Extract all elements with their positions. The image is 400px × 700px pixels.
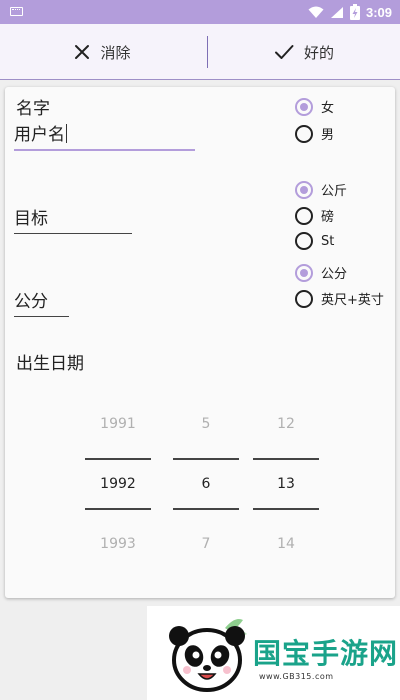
status-time: 3:09	[365, 4, 392, 20]
weight-unit-lb[interactable]: 磅	[295, 206, 334, 225]
goal-input[interactable]: 目标	[14, 204, 132, 234]
cancel-button[interactable]: 消除	[0, 24, 205, 80]
height-input-value: 公分	[14, 292, 48, 312]
weight-unit-label: St	[321, 233, 335, 249]
gender-option-male[interactable]: 男	[295, 124, 334, 143]
day-next: 14	[277, 536, 295, 552]
height-unit-ft-in[interactable]: 英尺+英寸	[295, 289, 384, 308]
year-prev: 1991	[100, 416, 136, 432]
cancel-label: 消除	[100, 43, 131, 62]
name-input-value: 用户名	[14, 125, 65, 145]
picker-divider	[85, 508, 151, 510]
text-cursor	[66, 124, 67, 143]
radio-unchecked-icon	[295, 206, 313, 225]
watermark-logo: 国宝手游网 www.GB315.com	[147, 606, 400, 700]
watermark-url: www.GB315.com	[259, 672, 334, 681]
ok-button[interactable]: 好的	[208, 24, 400, 80]
picker-divider	[173, 458, 239, 460]
panda-logo-icon	[169, 619, 247, 692]
status-bar: 3:09	[0, 0, 400, 24]
name-input[interactable]: 用户名	[14, 120, 195, 151]
weight-unit-label: 磅	[321, 210, 335, 225]
name-label: 名字	[16, 99, 50, 119]
day-prev: 12	[277, 416, 295, 432]
year-next: 1993	[100, 536, 136, 552]
radio-checked-icon	[295, 180, 313, 199]
radio-unchecked-icon	[295, 289, 313, 308]
dob-label: 出生日期	[16, 354, 84, 374]
height-input[interactable]: 公分	[14, 287, 69, 317]
month-selected: 6	[201, 476, 211, 492]
keyboard-icon	[10, 7, 23, 16]
weight-unit-st[interactable]: St	[295, 232, 334, 250]
month-picker[interactable]: 5 6 7	[173, 407, 239, 557]
year-selected: 1992	[100, 476, 136, 492]
signal-icon	[330, 6, 343, 18]
month-next: 7	[201, 536, 211, 552]
ok-label: 好的	[303, 43, 334, 62]
picker-divider	[253, 458, 319, 460]
weight-unit-kg[interactable]: 公斤	[295, 180, 347, 199]
picker-divider	[253, 508, 319, 510]
radio-unchecked-icon	[295, 232, 313, 250]
wifi-icon	[308, 6, 324, 18]
radio-checked-icon	[295, 97, 313, 116]
gender-option-label: 男	[321, 128, 335, 143]
check-icon	[274, 45, 294, 59]
gender-option-female[interactable]: 女	[295, 97, 334, 116]
watermark-brand: 国宝手游网	[253, 637, 399, 670]
close-icon	[75, 45, 90, 59]
month-prev: 5	[201, 416, 211, 432]
gender-option-label: 女	[321, 101, 335, 116]
height-unit-label: 公分	[321, 267, 348, 282]
day-selected: 13	[277, 476, 295, 492]
picker-divider	[85, 458, 151, 460]
radio-checked-icon	[295, 263, 313, 282]
height-unit-cm[interactable]: 公分	[295, 263, 347, 282]
profile-form-card: 名字 用户名 女 男 目标 公斤 磅 St 公分 公分 英尺+英寸 出生日期 1…	[5, 87, 395, 598]
picker-divider	[173, 508, 239, 510]
goal-input-value: 目标	[14, 209, 48, 229]
action-bar: 消除 好的	[0, 24, 400, 80]
radio-unchecked-icon	[295, 124, 313, 143]
day-picker[interactable]: 12 13 14	[253, 407, 319, 557]
year-picker[interactable]: 1991 1992 1993	[85, 407, 151, 557]
weight-unit-label: 公斤	[321, 184, 348, 199]
status-icons: 3:09	[308, 3, 392, 21]
height-unit-label: 英尺+英寸	[321, 293, 384, 308]
battery-charging-icon	[349, 4, 360, 20]
